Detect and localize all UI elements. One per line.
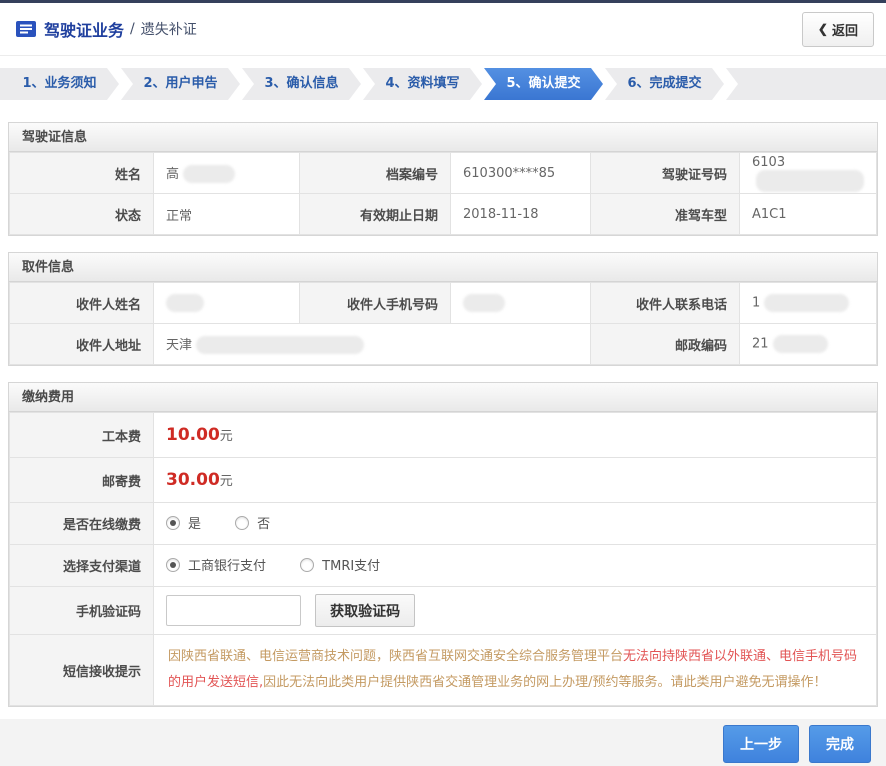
payment-channel-label: 选择支付渠道 — [10, 545, 154, 587]
back-button[interactable]: ❮ 返回 — [802, 12, 874, 47]
sms-notice-part3: 因此无法向此类用户提供陕西省交通管理业务的网上办理/预约等服务。请此类用户避免无… — [263, 675, 826, 690]
recipient-mobile-value — [451, 283, 591, 324]
breadcrumb-separator: / — [130, 21, 135, 37]
expiry-value: 2018-11-18 — [451, 194, 591, 235]
step-wizard: 1、业务须知 2、用户申告 3、确认信息 4、资料填写 5、确认提交 6、完成提… — [0, 68, 886, 100]
expiry-label: 有效期止日期 — [300, 194, 451, 235]
postage-fee-value: 30.00元 — [154, 458, 877, 503]
payment-channel-options: 工商银行支付 TMRI支付 — [154, 545, 877, 587]
sms-notice-part1: 因陕西省联通、电信运营商技术问题，陕西省互联网交通安全综合服务管理平台 — [168, 649, 623, 664]
table-row: 短信接收提示 因陕西省联通、电信运营商技术问题，陕西省互联网交通安全综合服务管理… — [10, 635, 877, 706]
page-title: 驾驶证业务 — [44, 17, 124, 41]
table-row: 邮寄费 30.00元 — [10, 458, 877, 503]
step-tab-3[interactable]: 3、确认信息 — [242, 68, 361, 100]
sms-notice-label: 短信接收提示 — [10, 635, 154, 706]
section-pickup-title: 取件信息 — [9, 253, 877, 282]
radio-channel-icbc[interactable]: 工商银行支付 — [166, 555, 266, 574]
get-captcha-button[interactable]: 获取验证码 — [315, 594, 415, 627]
radio-online-yes[interactable]: 是 — [166, 513, 201, 532]
step-tab-1[interactable]: 1、业务须知 — [0, 68, 119, 100]
table-row: 状态 正常 有效期止日期 2018-11-18 准驾车型 A1C1 — [10, 194, 877, 235]
postage-fee-label: 邮寄费 — [10, 458, 154, 503]
online-pay-options: 是 否 — [154, 503, 877, 545]
document-icon — [16, 21, 36, 37]
address-label: 收件人地址 — [10, 324, 154, 365]
vehicle-type-label: 准驾车型 — [591, 194, 740, 235]
page-subtitle: 遗失补证 — [141, 19, 197, 39]
license-no-label: 驾驶证号码 — [591, 153, 740, 194]
name-label: 姓名 — [10, 153, 154, 194]
step-tab-2[interactable]: 2、用户申告 — [121, 68, 240, 100]
license-no-value: 6103 — [740, 153, 877, 194]
section-license-title: 驾驶证信息 — [9, 123, 877, 152]
table-row: 收件人姓名 收件人手机号码 收件人联系电话 1 — [10, 283, 877, 324]
radio-unselected-icon — [300, 558, 314, 572]
recipient-phone-label: 收件人联系电话 — [591, 283, 740, 324]
table-row: 手机验证码 获取验证码 — [10, 587, 877, 635]
address-value: 天津 — [154, 324, 591, 365]
recipient-phone-value: 1 — [740, 283, 877, 324]
status-value: 正常 — [154, 194, 300, 235]
step-bar-filler — [726, 68, 886, 100]
recipient-name-value — [154, 283, 300, 324]
captcha-label: 手机验证码 — [10, 587, 154, 635]
radio-online-no[interactable]: 否 — [235, 513, 270, 532]
section-fees: 缴纳费用 工本费 10.00元 邮寄费 30.00元 是否在线缴费 是 否 选择… — [8, 382, 878, 707]
redaction-blur — [196, 336, 364, 354]
radio-channel-tmri[interactable]: TMRI支付 — [300, 555, 380, 574]
sms-notice-text: 因陕西省联通、电信运营商技术问题，陕西省互联网交通安全综合服务管理平台无法向持陕… — [154, 635, 877, 706]
captcha-controls: 获取验证码 — [154, 587, 877, 635]
pickup-info-table: 收件人姓名 收件人手机号码 收件人联系电话 1 收件人地址 天津 邮政编码 21 — [9, 282, 877, 365]
captcha-input[interactable] — [166, 595, 301, 626]
recipient-mobile-label: 收件人手机号码 — [300, 283, 451, 324]
file-no-label: 档案编号 — [300, 153, 451, 194]
chevron-left-icon: ❮ — [818, 22, 828, 36]
table-row: 收件人地址 天津 邮政编码 21 — [10, 324, 877, 365]
redaction-blur — [463, 294, 505, 312]
section-pickup-info: 取件信息 收件人姓名 收件人手机号码 收件人联系电话 1 收件人地址 天津 邮政… — [8, 252, 878, 366]
table-row: 姓名 高 档案编号 610300****85 驾驶证号码 6103 — [10, 153, 877, 194]
section-license-info: 驾驶证信息 姓名 高 档案编号 610300****85 驾驶证号码 6103 … — [8, 122, 878, 236]
name-value: 高 — [154, 153, 300, 194]
table-row: 工本费 10.00元 — [10, 413, 877, 458]
radio-unselected-icon — [235, 516, 249, 530]
redaction-blur — [764, 294, 849, 312]
page-header: 驾驶证业务 / 遗失补证 ❮ 返回 — [0, 3, 886, 56]
back-button-label: 返回 — [832, 20, 858, 39]
step-tab-5-active[interactable]: 5、确认提交 — [484, 68, 603, 100]
footer-action-bar: 上一步 完成 — [0, 719, 886, 766]
postal-code-label: 邮政编码 — [591, 324, 740, 365]
table-row: 是否在线缴费 是 否 — [10, 503, 877, 545]
recipient-name-label: 收件人姓名 — [10, 283, 154, 324]
redaction-blur — [183, 165, 235, 183]
redaction-blur — [756, 170, 864, 192]
step-tab-4[interactable]: 4、资料填写 — [363, 68, 482, 100]
file-no-value: 610300****85 — [451, 153, 591, 194]
redaction-blur — [773, 335, 828, 353]
license-info-table: 姓名 高 档案编号 610300****85 驾驶证号码 6103 状态 正常 … — [9, 152, 877, 235]
radio-selected-icon — [166, 558, 180, 572]
vehicle-type-value: A1C1 — [740, 194, 877, 235]
section-fees-title: 缴纳费用 — [9, 383, 877, 412]
table-row: 选择支付渠道 工商银行支付 TMRI支付 — [10, 545, 877, 587]
radio-selected-icon — [166, 516, 180, 530]
postal-code-value: 21 — [740, 324, 877, 365]
finish-button[interactable]: 完成 — [809, 725, 871, 763]
step-tab-6[interactable]: 6、完成提交 — [605, 68, 724, 100]
production-fee-label: 工本费 — [10, 413, 154, 458]
online-pay-label: 是否在线缴费 — [10, 503, 154, 545]
status-label: 状态 — [10, 194, 154, 235]
redaction-blur — [166, 294, 204, 312]
fees-table: 工本费 10.00元 邮寄费 30.00元 是否在线缴费 是 否 选择支付渠道 … — [9, 412, 877, 706]
previous-step-button[interactable]: 上一步 — [723, 725, 799, 763]
production-fee-value: 10.00元 — [154, 413, 877, 458]
